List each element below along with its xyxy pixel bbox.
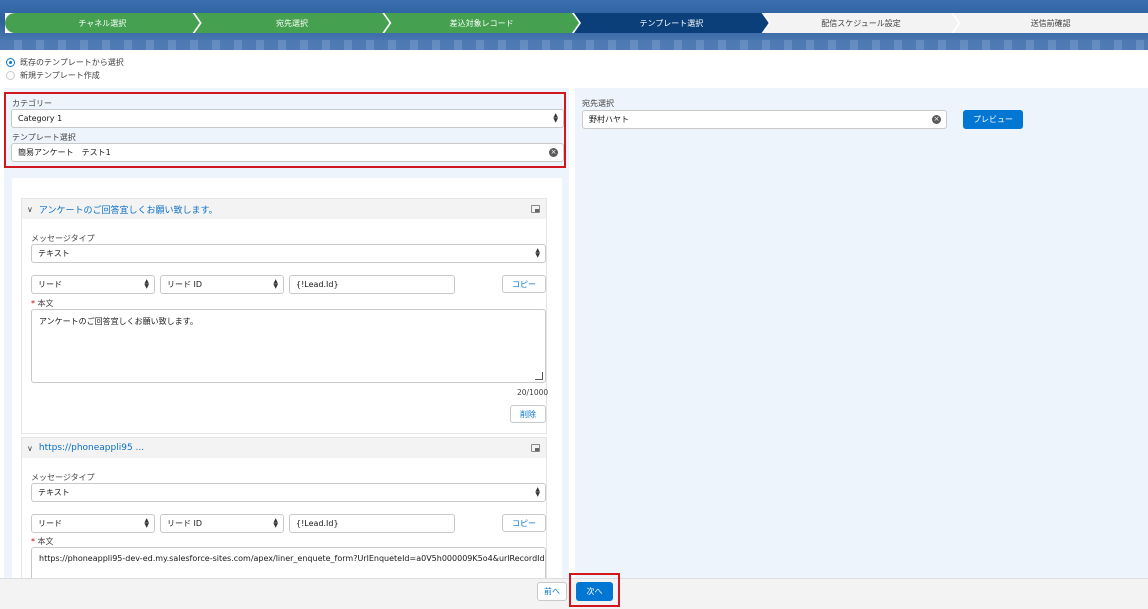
recipient-value: 野村ハヤト	[589, 115, 629, 124]
message-card-header[interactable]: ∨ アンケートのご回答宜しくお願い致します。	[22, 199, 546, 219]
message-type-value: テキスト	[38, 249, 70, 258]
message-type-label: メッセージタイプ	[31, 234, 95, 243]
merge-field-input[interactable]: {!Lead.Id}	[289, 514, 455, 533]
prev-button[interactable]: 前へ	[537, 582, 567, 601]
preview-button[interactable]: プレビュー	[963, 110, 1023, 129]
body-label-text: 本文	[37, 537, 54, 546]
recipient-label: 宛先選択	[582, 99, 614, 108]
recipient-panel	[575, 88, 1148, 578]
step-channel[interactable]: チャネル選択	[5, 13, 200, 33]
radio-existing-template[interactable]: 既存のテンプレートから選択	[6, 56, 124, 69]
step-label: 宛先選択	[276, 18, 308, 28]
step-confirm[interactable]: 送信前確認	[953, 13, 1148, 33]
message-title: アンケートのご回答宜しくお願い致します。	[38, 205, 218, 216]
template-mode-group: 既存のテンプレートから選択 新規テンプレート作成	[6, 56, 124, 82]
radio-unselected-icon[interactable]	[6, 71, 15, 80]
radio-label: 新規テンプレート作成	[20, 71, 100, 80]
highlight-box	[569, 573, 620, 607]
recipient-input[interactable]: 野村ハヤト ×	[582, 110, 947, 129]
char-counter: 20/1000	[517, 388, 549, 397]
radio-selected-icon[interactable]	[6, 58, 15, 67]
select-arrows-icon: ▲ ▼	[273, 278, 278, 290]
field-value: リード ID	[167, 519, 203, 528]
step-recipient[interactable]: 宛先選択	[195, 13, 390, 33]
body-value: https://phoneappli95-dev-ed.my.salesforc…	[39, 554, 546, 563]
message-card: ∨ アンケートのご回答宜しくお願い致します。 メッセージタイプ テキスト ▲ ▼ …	[21, 198, 549, 434]
expand-icon[interactable]	[531, 444, 540, 452]
copy-button[interactable]: コピー	[502, 514, 546, 532]
copy-button[interactable]: コピー	[502, 275, 546, 293]
clear-icon[interactable]: ×	[932, 115, 941, 124]
select-arrows-icon: ▲ ▼	[144, 517, 149, 529]
step-label: テンプレート選択	[639, 18, 704, 28]
message-title: https://phoneappli95 ...	[38, 443, 145, 453]
message-type-value: テキスト	[38, 488, 70, 497]
highlight-box	[4, 92, 566, 168]
body-value: アンケートのご回答宜しくお願い致します。	[39, 317, 198, 326]
select-arrows-icon: ▲ ▼	[273, 517, 278, 529]
object-value: リード	[38, 280, 62, 289]
message-card-header[interactable]: ∨ https://phoneappli95 ...	[22, 438, 546, 458]
body-textarea[interactable]: アンケートのご回答宜しくお願い致します。	[31, 309, 546, 383]
body-textarea[interactable]: https://phoneappli95-dev-ed.my.salesforc…	[31, 547, 546, 578]
merge-field-value: {!Lead.Id}	[296, 519, 339, 528]
object-select[interactable]: リード ▲ ▼	[31, 275, 155, 294]
select-arrows-icon: ▲ ▼	[535, 247, 540, 259]
chevron-down-icon[interactable]: ∨	[27, 444, 33, 453]
body-label: * 本文	[31, 536, 54, 547]
step-label: 差込対象レコード	[449, 18, 514, 28]
step-schedule[interactable]: 配信スケジュール設定	[764, 13, 959, 33]
merge-field-input[interactable]: {!Lead.Id}	[289, 275, 455, 294]
delete-label: 削除	[520, 409, 536, 419]
message-type-select[interactable]: テキスト ▲ ▼	[31, 244, 546, 263]
copy-label: コピー	[512, 518, 536, 528]
step-label: 配信スケジュール設定	[821, 18, 901, 28]
body-label-text: 本文	[37, 299, 54, 308]
resize-handle-icon[interactable]	[535, 372, 543, 380]
copy-label: コピー	[512, 279, 536, 289]
prev-label: 前へ	[544, 587, 560, 596]
message-list: ∨ アンケートのご回答宜しくお願い致します。 メッセージタイプ テキスト ▲ ▼ …	[12, 178, 562, 578]
radio-label: 既存のテンプレートから選択	[20, 58, 124, 67]
select-arrows-icon: ▲ ▼	[144, 278, 149, 290]
radio-new-template[interactable]: 新規テンプレート作成	[6, 69, 124, 82]
merge-field-value: {!Lead.Id}	[296, 280, 339, 289]
step-template[interactable]: テンプレート選択	[574, 13, 769, 33]
preview-label: プレビュー	[973, 115, 1013, 124]
field-select[interactable]: リード ID ▲ ▼	[160, 514, 284, 533]
chevron-down-icon[interactable]: ∨	[27, 205, 33, 214]
field-value: リード ID	[167, 280, 203, 289]
required-mark: *	[31, 299, 35, 308]
message-type-select[interactable]: テキスト ▲ ▼	[31, 483, 546, 502]
select-arrows-icon: ▲ ▼	[535, 486, 540, 498]
step-label: チャネル選択	[78, 18, 127, 28]
object-select[interactable]: リード ▲ ▼	[31, 514, 155, 533]
delete-button[interactable]: 削除	[510, 405, 546, 423]
required-mark: *	[31, 537, 35, 546]
step-merge-record[interactable]: 差込対象レコード	[384, 13, 579, 33]
message-card: ∨ https://phoneappli95 ... メッセージタイプ テキスト…	[21, 437, 547, 578]
expand-icon[interactable]	[531, 205, 540, 213]
message-type-label: メッセージタイプ	[31, 473, 95, 482]
object-value: リード	[38, 519, 62, 528]
body-label: * 本文	[31, 298, 54, 309]
field-select[interactable]: リード ID ▲ ▼	[160, 275, 284, 294]
progress-steps: チャネル選択 宛先選択 差込対象レコード テンプレート選択 配信スケジュール設定…	[5, 13, 1148, 33]
step-label: 送信前確認	[1030, 18, 1071, 28]
